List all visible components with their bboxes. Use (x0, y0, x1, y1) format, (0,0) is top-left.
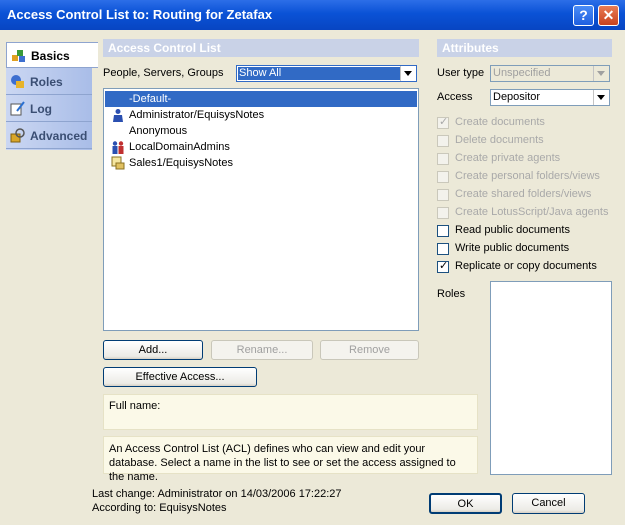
cancel-button[interactable]: Cancel (512, 493, 585, 514)
acl-entry-name: Sales1/EquisysNotes (129, 157, 233, 169)
roles-list[interactable] (490, 281, 612, 475)
access-select[interactable]: Depositor (490, 89, 610, 106)
full-name-label: Full name: (109, 400, 161, 412)
sidebar-item-label: Log (30, 102, 52, 116)
close-button[interactable]: ✕ (598, 5, 619, 26)
sidebar-item-advanced[interactable]: Advanced (6, 123, 92, 149)
sidebar-item-label: Basics (31, 49, 70, 63)
chevron-down-icon[interactable] (593, 90, 609, 105)
filter-label: People, Servers, Groups (103, 67, 224, 79)
acl-entry-sales1[interactable]: Sales1/EquisysNotes (105, 155, 417, 171)
acl-entry-name: LocalDomainAdmins (129, 141, 230, 153)
add-button[interactable]: Add... (103, 340, 203, 360)
filter-select-value: Show All (239, 67, 282, 79)
window-title: Access Control List to: Routing for Zeta… (7, 7, 273, 22)
checkbox-label: Write public documents (455, 242, 570, 254)
checkbox-label: Create documents (455, 116, 545, 128)
acl-panel-header: Access Control List (103, 39, 419, 57)
acl-entry-localdomainadmins[interactable]: LocalDomainAdmins (105, 139, 417, 155)
rename-button[interactable]: Rename... (211, 340, 313, 360)
access-label: Access (437, 91, 473, 103)
user-type-label: User type (437, 67, 485, 79)
sidebar-item-label: Advanced (30, 129, 88, 143)
acl-entry-list[interactable]: -Default- Administrator/EquisysNotes Ano… (103, 88, 419, 331)
effective-access-button[interactable]: Effective Access... (103, 367, 257, 387)
title-bar[interactable]: Access Control List to: Routing for Zeta… (0, 0, 625, 30)
person-icon (113, 109, 123, 122)
acl-entry-name: -Default- (129, 93, 172, 105)
sidebar-item-label: Roles (30, 75, 63, 89)
advanced-icon (10, 128, 25, 143)
attributes-panel-header: Attributes (437, 39, 612, 57)
acl-entry-name: Administrator/EquisysNotes (129, 109, 265, 121)
access-value: Depositor (493, 91, 541, 103)
chevron-down-icon[interactable] (400, 66, 416, 81)
full-name-box: Full name: (103, 394, 478, 430)
checkbox-label: Create LotusScript/Java agents (455, 206, 609, 218)
checkbox-label: Read public documents (455, 224, 570, 236)
checkbox-label: Create private agents (455, 152, 561, 164)
checkbox-label: Delete documents (455, 134, 544, 146)
acl-description-box: An Access Control List (ACL) defines who… (103, 436, 478, 483)
roles-icon (11, 75, 24, 88)
according-to-text: According to: EquisysNotes (92, 502, 227, 514)
checkbox-label: Create shared folders/views (455, 188, 592, 200)
server-icon (111, 156, 125, 170)
log-icon (10, 101, 25, 116)
checkbox-label: Create personal folders/views (455, 170, 600, 182)
last-change-text: Last change: Administrator on 14/03/2006… (92, 488, 342, 500)
sidebar-item-basics[interactable]: Basics (6, 42, 98, 68)
acl-entry-anonymous[interactable]: Anonymous (105, 123, 417, 139)
sidebar-item-log[interactable]: Log (6, 96, 92, 122)
acl-dialog: Access Control List to: Routing for Zeta… (0, 0, 625, 525)
filter-select[interactable]: Show All (236, 65, 417, 82)
help-button[interactable]: ? (573, 5, 594, 26)
user-type-select[interactable]: Unspecified (490, 65, 610, 82)
acl-description: An Access Control List (ACL) defines who… (109, 443, 456, 483)
acl-entry-administrator[interactable]: Administrator/EquisysNotes (105, 107, 417, 123)
sidebar-item-roles[interactable]: Roles (6, 69, 92, 95)
remove-button[interactable]: Remove (320, 340, 419, 360)
acl-entry-name: Anonymous (129, 125, 188, 137)
checkbox-label: Replicate or copy documents (455, 260, 597, 272)
sidebar: Basics Roles Log Advanced (6, 42, 98, 150)
user-type-value: Unspecified (493, 67, 551, 79)
basics-icon (12, 50, 25, 62)
roles-label: Roles (437, 288, 466, 300)
chevron-down-icon[interactable] (593, 66, 609, 81)
ok-button[interactable]: OK (429, 493, 502, 514)
group-icon (112, 141, 124, 154)
acl-entry-default[interactable]: -Default- (105, 91, 417, 107)
